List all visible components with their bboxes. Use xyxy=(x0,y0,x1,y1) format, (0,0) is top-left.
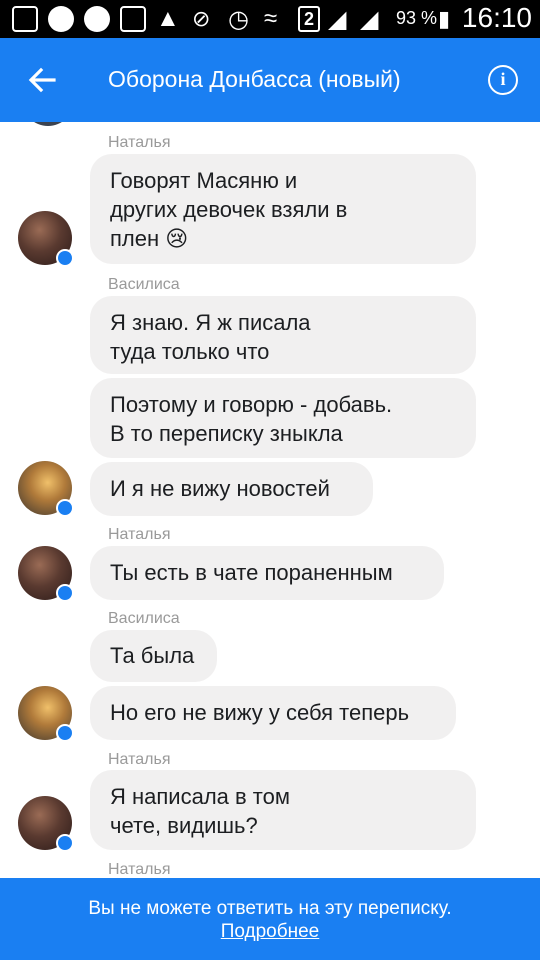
message-bubble[interactable]: Я написала в том чете, видишь? xyxy=(90,770,476,850)
back-arrow-icon[interactable] xyxy=(26,64,58,96)
battery-icon: ▮ xyxy=(438,6,451,31)
sender-name: Наталья xyxy=(108,526,171,543)
image-notification-icon xyxy=(120,5,146,33)
message-bubble[interactable]: И я не вижу новостей xyxy=(90,462,373,516)
alarm-icon: ◷ xyxy=(228,5,249,33)
sender-name: Наталья xyxy=(108,751,171,768)
sender-name: Василиса xyxy=(108,276,180,293)
composer-disabled-banner: Вы не можете ответить на эту переписку. … xyxy=(0,878,540,960)
messenger-badge-icon xyxy=(56,834,74,852)
avatar-natalia[interactable] xyxy=(18,796,74,852)
add-notification-icon xyxy=(12,5,38,33)
avatar-vasilisa[interactable] xyxy=(18,461,74,517)
message-bubble[interactable]: Ты есть в чате пораненным xyxy=(90,546,444,600)
avatar-natalia[interactable] xyxy=(18,211,74,267)
conversation-header: Оборона Донбасса (новый) i xyxy=(0,38,540,122)
messenger-notification-icon xyxy=(48,5,74,33)
messenger-notification-icon-2 xyxy=(84,5,110,33)
sender-name: Наталья xyxy=(108,134,171,151)
battery-percent: 93 % xyxy=(396,8,438,28)
message-list[interactable]: Наталья Говорят Масяню и других девочек … xyxy=(0,122,540,878)
status-bar: ▲ ⊘ ◷ ≈ 2 ◢ ◢ 93 % ▮ 16:10 xyxy=(0,0,540,38)
message-bubble[interactable]: Я знаю. Я ж писала туда только что xyxy=(90,296,476,374)
conversation-title[interactable]: Оборона Донбасса (новый) xyxy=(108,66,401,93)
message-bubble[interactable]: Но его не вижу у себя теперь xyxy=(90,686,456,740)
sim-indicator: 2 xyxy=(298,6,320,32)
message-bubble[interactable]: Та была xyxy=(90,630,217,682)
sender-name: Василиса xyxy=(108,610,180,627)
info-icon[interactable]: i xyxy=(488,65,518,95)
messenger-badge-icon xyxy=(56,584,74,602)
sender-name: Наталья xyxy=(108,861,171,878)
nfc-mute-icon: ⊘ xyxy=(192,6,211,31)
learn-more-link[interactable]: Подробнее xyxy=(0,921,540,943)
avatar-natalia[interactable] xyxy=(18,546,74,602)
message-bubble[interactable]: Поэтому и говорю - добавь. В то переписк… xyxy=(90,378,476,458)
signal-icon: ◢ xyxy=(328,5,347,33)
avatar xyxy=(22,122,74,126)
messenger-badge-icon xyxy=(56,724,74,742)
message-bubble[interactable]: Говорят Масяню и других девочек взяли в … xyxy=(90,154,476,264)
cannot-reply-notice: Вы не можете ответить на эту переписку. xyxy=(88,898,452,919)
avatar-vasilisa[interactable] xyxy=(18,686,74,742)
warning-icon: ▲ xyxy=(156,5,180,32)
signal-icon-2: ◢ xyxy=(360,5,379,33)
messenger-badge-icon xyxy=(56,499,74,517)
messenger-badge-icon xyxy=(56,249,74,267)
wifi-icon: ≈ xyxy=(264,5,278,32)
clock: 16:10 xyxy=(461,2,532,33)
